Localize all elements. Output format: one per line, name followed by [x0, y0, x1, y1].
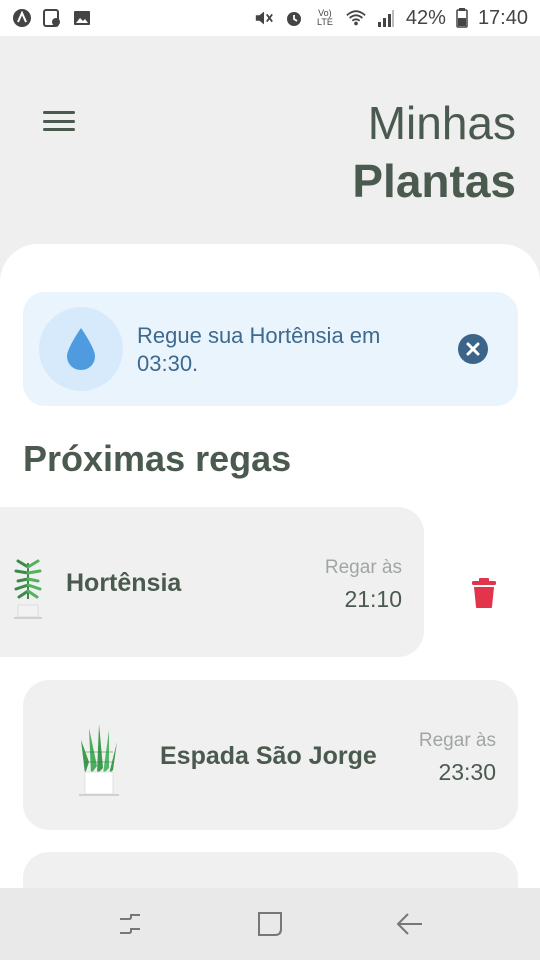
main-content: Regue sua Hortênsia em 03:30. Próximas r… — [0, 244, 540, 890]
alarm-icon — [284, 8, 304, 28]
page-title-line1: Minhas — [367, 97, 516, 149]
back-icon[interactable] — [390, 904, 430, 944]
trash-icon[interactable] — [470, 577, 498, 609]
battery-icon — [456, 8, 468, 28]
menu-icon[interactable] — [40, 106, 78, 136]
header: Minhas Plantas — [0, 36, 540, 246]
home-icon[interactable] — [250, 904, 290, 944]
plant-card[interactable] — [23, 852, 518, 890]
hydrangea-plant-icon — [10, 551, 46, 621]
volte-icon: Vo) LTE — [314, 8, 336, 28]
calendar-icon — [42, 8, 62, 28]
status-bar-left — [12, 8, 92, 28]
water-label: Regar às — [324, 557, 402, 578]
app-icon — [12, 8, 32, 28]
battery-percent: 42% — [405, 6, 446, 29]
image-icon — [72, 8, 92, 28]
page-title: Minhas Plantas — [352, 94, 516, 210]
volte-label: Vo) LTE — [316, 8, 333, 27]
alert-message: Regue sua Hortênsia em 03:30. — [137, 323, 381, 376]
page-title-line2: Plantas — [352, 155, 516, 207]
close-circle-icon[interactable] — [458, 334, 488, 364]
clock: 17:40 — [477, 6, 528, 29]
status-bar-right: Vo) LTE 42% 17:40 — [254, 7, 528, 30]
wifi-icon — [346, 8, 366, 28]
water-drop-icon — [39, 307, 123, 391]
water-time: 23:30 — [438, 759, 496, 785]
plant-name: Hortênsia — [66, 569, 182, 597]
navigation-bar — [0, 888, 540, 960]
water-label: Regar às — [418, 730, 496, 751]
watering-alert: Regue sua Hortênsia em 03:30. — [23, 292, 518, 406]
mute-icon — [254, 8, 274, 28]
recent-apps-icon[interactable] — [110, 904, 150, 944]
plant-card[interactable]: Hortênsia Regar às 21:10 — [0, 507, 424, 657]
snake-plant-icon — [75, 722, 123, 800]
plant-name: Espada São Jorge — [160, 742, 377, 770]
section-title: Próximas regas — [23, 438, 292, 479]
signal-icon — [376, 8, 396, 28]
status-bar: Vo) LTE 42% 17:40 — [0, 0, 540, 36]
water-time: 21:10 — [344, 586, 402, 612]
plant-card[interactable]: Espada São Jorge Regar às 23:30 — [23, 680, 518, 830]
